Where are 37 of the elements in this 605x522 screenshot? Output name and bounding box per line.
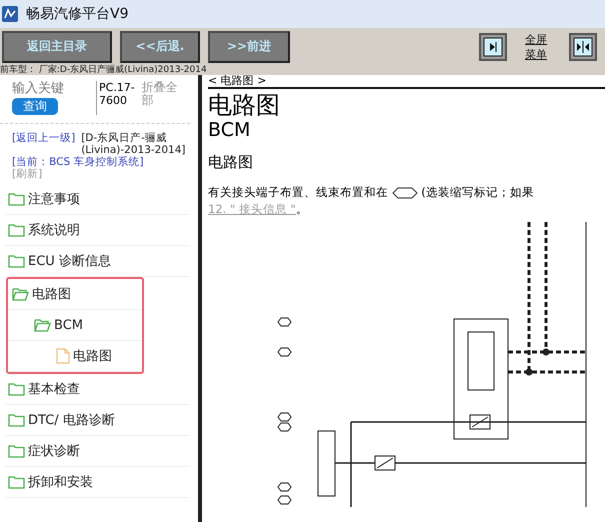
folder-icon	[8, 192, 25, 206]
tree-item[interactable]: ECU 诊断信息	[8, 252, 111, 270]
page-title: 电路图	[208, 91, 281, 119]
search-button[interactable]: 查询	[12, 98, 58, 115]
tree-item[interactable]: DTC/ 电路诊断	[8, 411, 115, 429]
tree-item[interactable]: 拆卸和安装	[8, 473, 93, 491]
tree-item[interactable]: 电路图	[56, 347, 112, 365]
tree-item[interactable]: 症状诊断	[8, 442, 80, 460]
app-icon	[2, 6, 18, 22]
tree-item[interactable]: BCM	[34, 318, 83, 332]
folder-icon	[8, 413, 25, 427]
open-folder-icon	[12, 287, 29, 301]
hexagon-icon	[392, 186, 418, 199]
split-icon[interactable]	[569, 32, 597, 60]
nav-link[interactable]: [当前：BCS 车身控制系统]	[12, 156, 194, 168]
nav-link[interactable]: [返回上一级]	[12, 132, 76, 144]
window-title: 畅易汽修平台V9	[26, 5, 128, 23]
vehicle-path: [D-东风日产-骊威(Livina)-2013-2014]	[81, 132, 187, 156]
vehicle-info: 前车型： 厂家:D-东风日产骊威(Livina)2013-2014	[0, 65, 605, 75]
fullscreen-menu-link[interactable]: 全屏菜单	[525, 32, 551, 62]
breadcrumb: < 电路图 >	[208, 75, 605, 89]
code-label: PC.17-7600	[96, 81, 138, 115]
file-icon	[56, 348, 70, 364]
expand-icon[interactable]	[479, 32, 507, 60]
folder-icon	[8, 475, 25, 489]
folder-icon	[8, 444, 25, 458]
tree-item[interactable]: 注意事项	[8, 190, 80, 208]
tree-item[interactable]: 系统说明	[8, 221, 80, 239]
section-heading: 电路图	[208, 153, 254, 172]
page-subtitle: BCM	[208, 119, 252, 141]
folder-icon	[8, 223, 25, 237]
instruction-paragraph: 有关接头端子布置、线束布置和在 (选装缩写标记；如果 12. " 接头信息 "。	[208, 184, 534, 218]
open-folder-icon	[34, 318, 51, 332]
folder-icon	[8, 382, 25, 396]
folder-icon	[8, 254, 25, 268]
tree-item[interactable]: 电路图	[12, 285, 71, 303]
tree-item[interactable]: 基本检查	[8, 380, 80, 398]
